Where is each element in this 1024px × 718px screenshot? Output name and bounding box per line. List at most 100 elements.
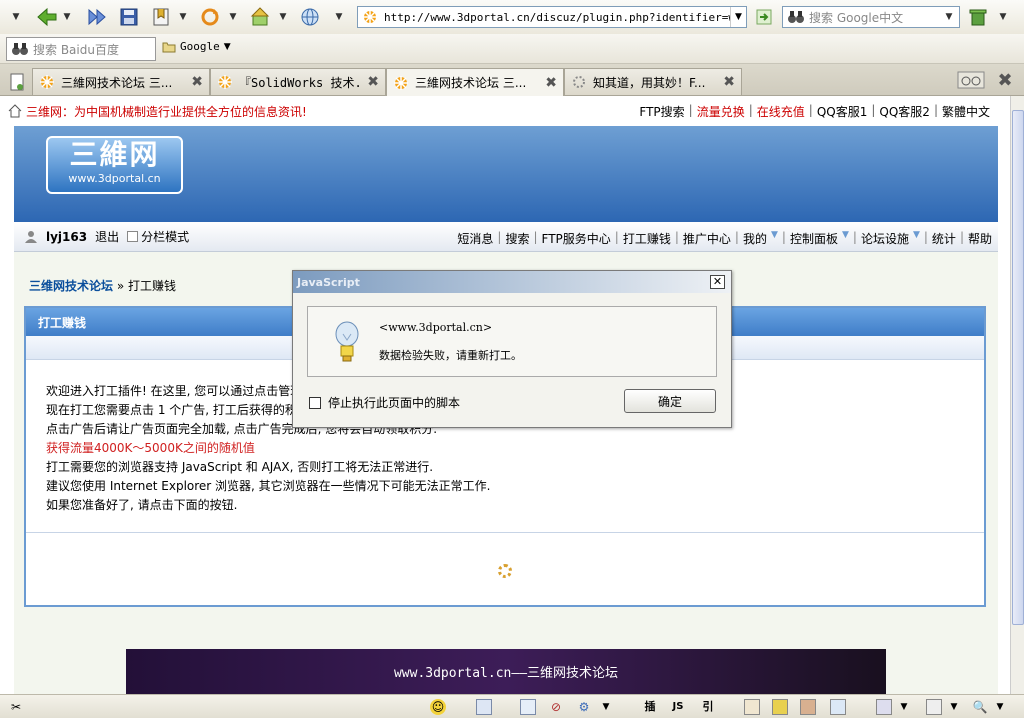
display-icon[interactable] xyxy=(926,699,942,715)
refresh-dropdown[interactable]: ▼ xyxy=(226,5,240,29)
globe-button[interactable] xyxy=(298,5,322,29)
new-tab-button[interactable] xyxy=(8,70,26,94)
close-tab-icon[interactable]: ✖ xyxy=(545,75,557,91)
smiley-icon[interactable]: ☺ xyxy=(430,699,446,715)
menu-work-earn[interactable]: 打工赚钱 xyxy=(623,230,671,247)
globe-dropdown[interactable]: ▼ xyxy=(332,5,346,29)
new-page-icon xyxy=(10,73,24,91)
home-button[interactable] xyxy=(248,5,272,29)
divider xyxy=(26,532,984,533)
top-link-online-recharge[interactable]: 在线充值 xyxy=(757,103,805,120)
menu-chevron-icon[interactable]: ▼ xyxy=(6,5,26,29)
menu-help[interactable]: 帮助 xyxy=(968,230,992,247)
site-slogan[interactable]: 三维网：为中国机械制造行业提供全方位的信息资讯! xyxy=(26,103,307,120)
baidu-search-input[interactable]: 搜索 Baidu百度 xyxy=(6,37,156,61)
chevron-down-icon[interactable]: ▼ xyxy=(946,699,962,715)
panel-line: 如果您准备好了, 请点击下面的按钮. xyxy=(46,498,238,512)
close-tab-icon[interactable]: ✖ xyxy=(723,74,735,90)
back-arrow-icon xyxy=(37,7,57,27)
bookmark-button[interactable] xyxy=(150,5,172,29)
breadcrumb-home[interactable]: 三维网技术论坛 xyxy=(29,279,113,293)
tab-1[interactable]: 三維网技术论坛 三... ✖ xyxy=(32,68,210,95)
chevron-down-icon[interactable]: ▼ xyxy=(992,699,1008,715)
menu-ftp-center[interactable]: FTP服务中心 xyxy=(542,230,611,247)
google-search-placeholder: 搜索 Google中文 xyxy=(809,10,904,25)
back-history-dropdown[interactable]: ▼ xyxy=(60,5,74,29)
address-bar[interactable]: http://www.3dportal.cn/discuz/plugin.php… xyxy=(357,6,747,28)
user-bar: lyj163 退出 分栏模式 短消息 | 搜索 | FTP服务中心 | 打工赚钱 | 推… xyxy=(14,222,998,252)
back-button[interactable] xyxy=(34,5,60,29)
forward-button[interactable] xyxy=(86,5,108,29)
top-link-qq-support-1[interactable]: QQ客服1 xyxy=(817,103,868,120)
tab-list-button[interactable] xyxy=(956,68,986,92)
tab-2[interactable]: 『SolidWorks 技术... ✖ xyxy=(210,68,386,95)
zoom-icon[interactable]: 🔍 xyxy=(972,699,988,715)
image-block-icon[interactable] xyxy=(744,699,760,715)
logout-link[interactable]: 退出 xyxy=(95,228,119,245)
chevron-down-icon[interactable]: ▼ xyxy=(598,699,614,715)
page-icon[interactable] xyxy=(476,699,492,715)
menu-search[interactable]: 搜索 xyxy=(505,230,529,247)
ad-banner[interactable]: www.3dportal.cn——三维网技术论坛 xyxy=(126,649,886,694)
dialog-close-button[interactable]: ✕ xyxy=(710,275,725,289)
ok-button[interactable]: 确定 xyxy=(624,389,716,413)
top-link-qq-support-2[interactable]: QQ客服2 xyxy=(879,103,930,120)
url-text[interactable]: http://www.3dportal.cn/discuz/plugin.php… xyxy=(384,11,730,24)
dialog-host: <www.3dportal.cn> xyxy=(379,321,493,334)
username-link[interactable]: lyj163 xyxy=(46,230,87,244)
google-bookmark-folder[interactable]: Google ▼ xyxy=(162,40,231,53)
cookie-icon[interactable] xyxy=(772,699,788,715)
chevron-down-icon[interactable]: ▼ xyxy=(896,699,912,715)
google-bookmark-label: Google xyxy=(180,40,220,53)
top-link-traditional-chinese[interactable]: 繁體中文 xyxy=(942,103,990,120)
printer-icon[interactable] xyxy=(830,699,846,715)
block-icon[interactable]: ⊘ xyxy=(548,699,564,715)
trash-can-icon xyxy=(969,9,987,26)
tools-icon[interactable]: ✂ xyxy=(8,699,24,715)
menu-forum-facilities[interactable]: 论坛设施 xyxy=(861,230,909,247)
tab-4[interactable]: 知其道，用其妙！F... ✖ xyxy=(564,68,742,95)
device-icon[interactable] xyxy=(876,699,892,715)
menu-stats[interactable]: 统计 xyxy=(932,230,956,247)
split-mode-toggle[interactable]: 分栏模式 xyxy=(127,228,189,245)
close-tab-icon[interactable]: ✖ xyxy=(191,74,203,90)
google-search-input[interactable]: 搜索 Google中文 xyxy=(782,6,960,28)
menu-messages[interactable]: 短消息 xyxy=(457,230,493,247)
user-profile-icon[interactable] xyxy=(800,699,816,715)
scrollbar-thumb[interactable] xyxy=(1012,110,1024,625)
home-dropdown[interactable]: ▼ xyxy=(276,5,290,29)
url-history-dropdown[interactable]: ▼ xyxy=(730,7,746,27)
search-engine-dropdown[interactable]: ▼ xyxy=(940,5,958,29)
dialog-message: 数据检验失败，请重新打工。 xyxy=(379,349,522,362)
menu-control-panel[interactable]: 控制面板 xyxy=(790,230,838,247)
top-link-traffic-exchange[interactable]: 流量兑换 xyxy=(697,103,745,120)
breadcrumb-current: » 打工赚钱 xyxy=(116,279,177,293)
top-link-ftp-search[interactable]: FTP搜索 xyxy=(639,103,684,120)
trash-button[interactable] xyxy=(966,5,990,29)
gear-icon[interactable]: ⚙ xyxy=(576,699,592,715)
dialog-titlebar: JavaScript ✕ xyxy=(293,271,731,293)
insert-icon[interactable]: 插 xyxy=(642,699,658,715)
tab-3-active[interactable]: 三維网技术论坛 三... ✖ xyxy=(386,68,564,96)
javascript-icon[interactable]: JS xyxy=(670,699,686,715)
status-bar: ✂ ☺ ⊘ ⚙ ▼ 插 JS 引 ▼ ▼ 🔍 ▼ xyxy=(0,694,1024,718)
split-mode-label: 分栏模式 xyxy=(141,230,190,244)
site-favicon-icon xyxy=(40,75,54,89)
home-icon[interactable] xyxy=(8,104,22,118)
trash-dropdown[interactable]: ▼ xyxy=(996,5,1010,29)
menu-my[interactable]: 我的 xyxy=(743,230,767,247)
stop-scripts-checkbox[interactable]: 停止执行此页面中的脚本 xyxy=(309,394,460,411)
site-logo[interactable]: 三維网 www.3dportal.cn xyxy=(46,136,183,194)
checkbox-icon[interactable] xyxy=(309,396,321,409)
refresh-button[interactable] xyxy=(198,5,222,29)
folder-icon xyxy=(162,42,176,52)
close-window-icon[interactable]: ✖ xyxy=(994,68,1016,92)
close-tab-icon[interactable]: ✖ xyxy=(367,74,379,90)
go-button[interactable] xyxy=(754,5,774,29)
window-icon[interactable] xyxy=(520,699,536,715)
save-button[interactable] xyxy=(118,5,140,29)
vertical-scrollbar[interactable] xyxy=(1010,96,1024,694)
quote-icon[interactable]: 引 xyxy=(700,699,716,715)
bookmark-dropdown[interactable]: ▼ xyxy=(176,5,190,29)
menu-promotion[interactable]: 推广中心 xyxy=(683,230,731,247)
